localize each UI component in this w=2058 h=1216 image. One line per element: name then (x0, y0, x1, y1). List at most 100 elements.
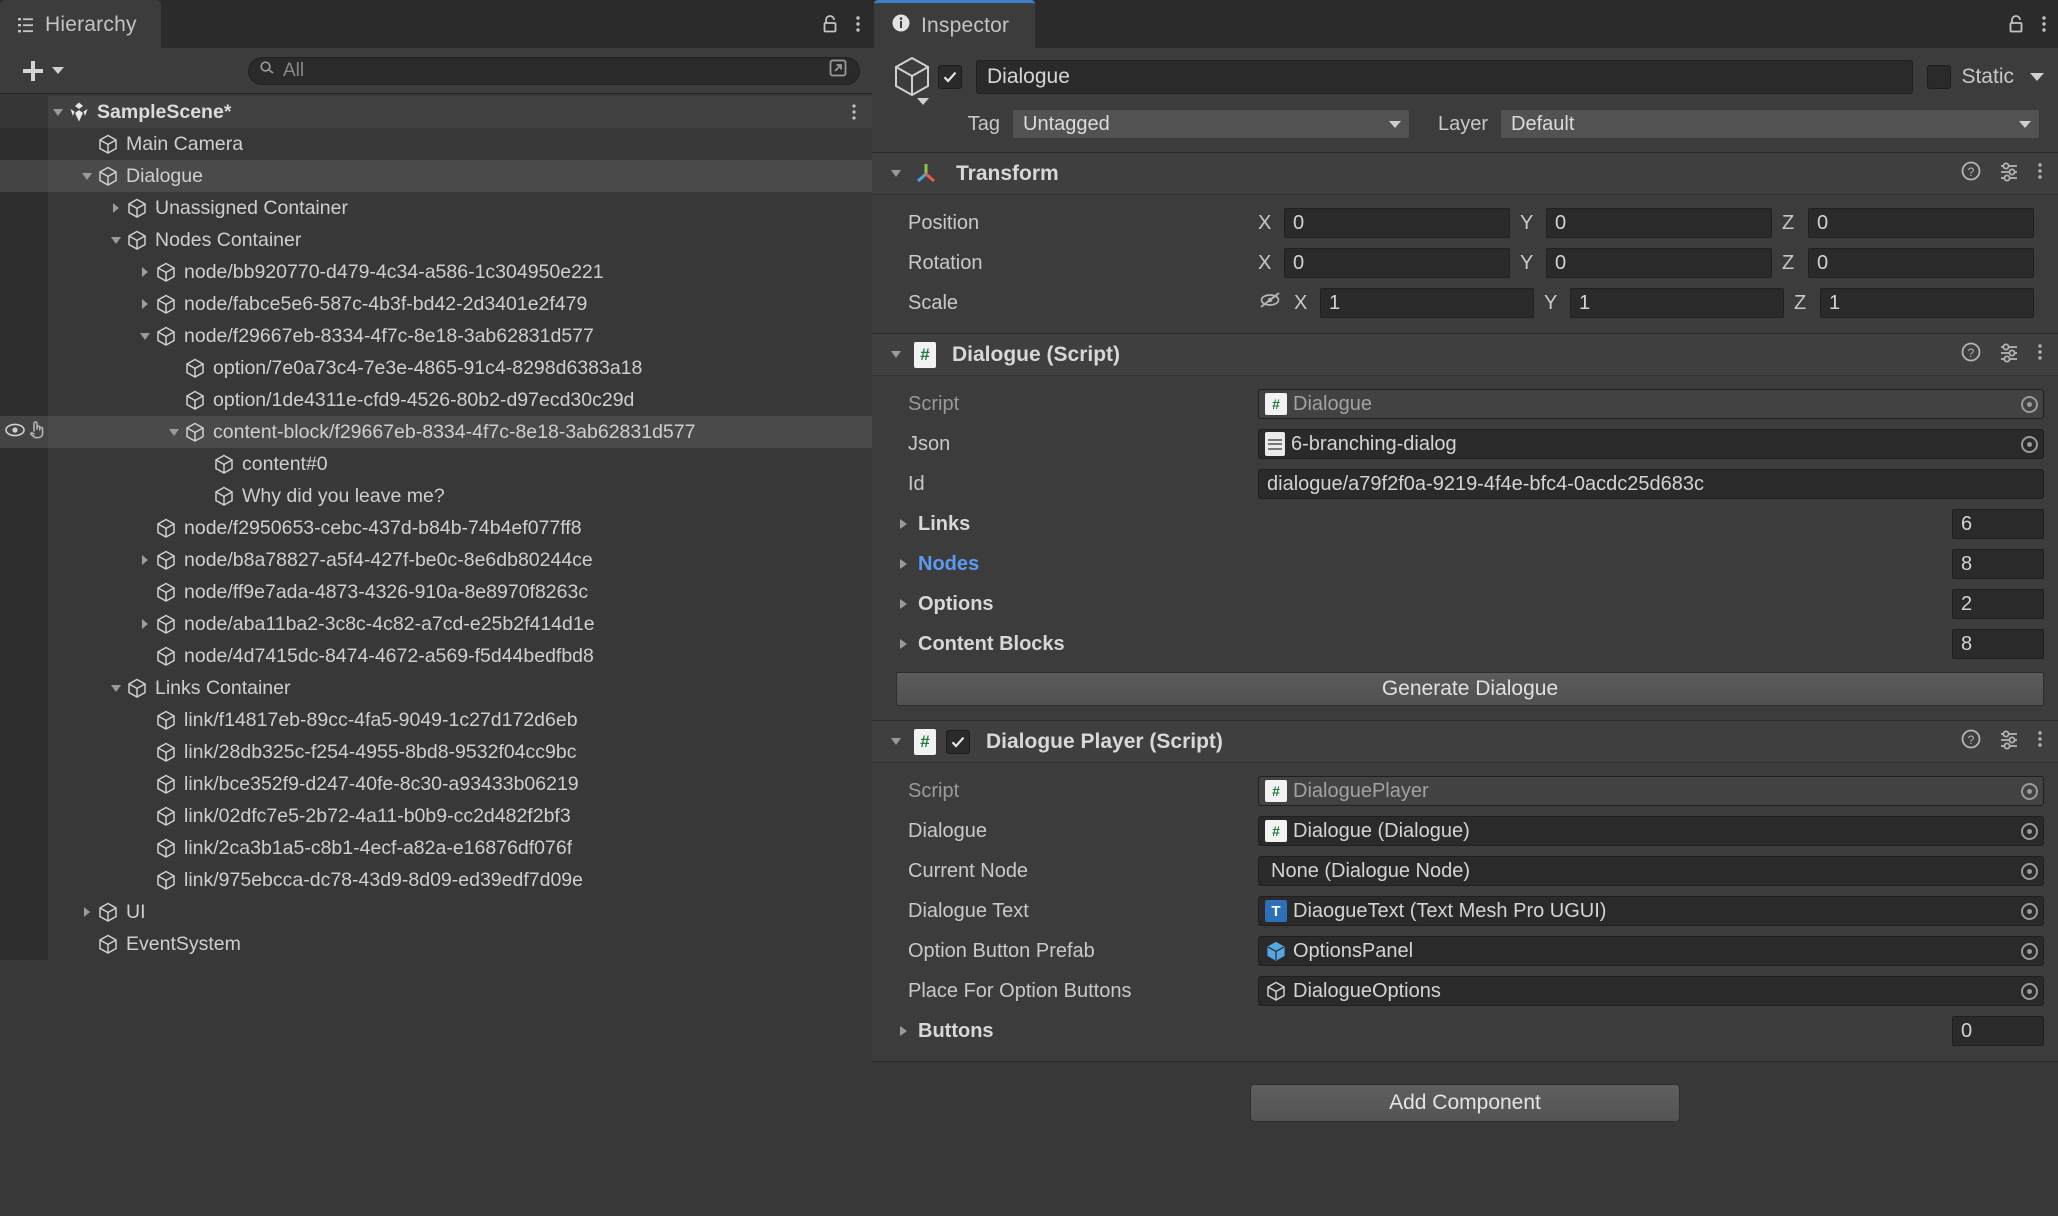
tab-hierarchy[interactable]: Hierarchy (0, 0, 161, 48)
rotation-z-field[interactable]: 0 (1808, 248, 2034, 278)
preset-icon[interactable] (1998, 160, 2020, 187)
hierarchy-row[interactable]: link/bce352f9-d247-40fe-8c30-a93433b0621… (0, 768, 872, 800)
hierarchy-row[interactable]: node/bb920770-d479-4c34-a586-1c304950e22… (0, 256, 872, 288)
kebab-menu-icon[interactable] (2036, 341, 2044, 368)
dialogue-script-field[interactable]: # Dialogue (1258, 389, 2044, 419)
hierarchy-row[interactable]: link/28db325c-f254-4955-8bd8-9532f04cc9b… (0, 736, 872, 768)
search-input[interactable]: All (248, 56, 860, 85)
add-component-button[interactable]: Add Component (1250, 1084, 1680, 1122)
hierarchy-row[interactable]: node/ff9e7ada-4873-4326-910a-8e8970f8263… (0, 576, 872, 608)
foldout-arrow-icon[interactable] (77, 160, 97, 192)
foldout-arrow-icon[interactable] (106, 672, 126, 704)
hierarchy-row[interactable]: option/1de4311e-cfd9-4526-80b2-d97ecd30c… (0, 384, 872, 416)
hierarchy-row[interactable]: EventSystem (0, 928, 872, 960)
hierarchy-row[interactable]: Why did you leave me? (0, 480, 872, 512)
dialogue-foldout-nodes[interactable]: Nodes 8 (872, 544, 2058, 584)
foldout-arrow-icon[interactable] (886, 726, 906, 758)
hierarchy-row[interactable]: link/02dfc7e5-2b72-4a11-b0b9-cc2d482f2bf… (0, 800, 872, 832)
hierarchy-tree[interactable]: SampleScene* Main Camera Dialogue Unassigne… (0, 94, 872, 960)
foldout-arrow-icon[interactable] (106, 192, 126, 224)
transform-header[interactable]: Transform ? (872, 153, 2058, 195)
foldout-arrow-icon[interactable] (135, 320, 155, 352)
position-y-field[interactable]: 0 (1546, 208, 1772, 238)
rotation-x-field[interactable]: 0 (1284, 248, 1510, 278)
generate-dialogue-button[interactable]: Generate Dialogue (896, 672, 2044, 706)
help-icon[interactable]: ? (1960, 341, 1982, 368)
foldout-arrow-icon[interactable] (892, 639, 914, 649)
hierarchy-row[interactable]: node/f29667eb-8334-4f7c-8e18-3ab62831d57… (0, 320, 872, 352)
hierarchy-row[interactable]: Main Camera (0, 128, 872, 160)
player-dialogue-field[interactable]: # Dialogue (Dialogue) (1258, 816, 2044, 846)
hierarchy-row[interactable]: node/f2950653-cebc-437d-b84b-74b4ef077ff… (0, 512, 872, 544)
foldout-arrow-icon[interactable] (106, 224, 126, 256)
chevron-down-icon[interactable] (2030, 73, 2044, 81)
player-foldout-buttons[interactable]: Buttons 0 (872, 1011, 2058, 1051)
foldout-arrow-icon[interactable] (892, 519, 914, 529)
layer-dropdown[interactable]: Default (1500, 109, 2040, 139)
player-place-for-option-buttons-field[interactable]: DialogueOptions (1258, 976, 2044, 1006)
hierarchy-row[interactable]: link/f14817eb-89cc-4fa5-9049-1c27d172d6e… (0, 704, 872, 736)
hierarchy-row[interactable]: node/fabce5e6-587c-4b3f-bd42-2d3401e2f47… (0, 288, 872, 320)
foldout-count-field[interactable]: 8 (1952, 549, 2044, 579)
player-option-button-prefab-field[interactable]: OptionsPanel (1258, 936, 2044, 966)
hierarchy-row[interactable]: link/2ca3b1a5-c8b1-4ecf-a82a-e16876df076… (0, 832, 872, 864)
object-picker-icon[interactable] (2021, 902, 2038, 920)
object-picker-icon[interactable] (2021, 782, 2038, 800)
kebab-menu-icon[interactable] (2036, 160, 2044, 187)
dialogue-script-header[interactable]: # Dialogue (Script) ? (872, 334, 2058, 376)
hierarchy-row[interactable]: node/aba11ba2-3c8c-4c82-a7cd-e25b2f414d1… (0, 608, 872, 640)
dialogue-id-field[interactable]: dialogue/a79f2f0a-9219-4f4e-bfc4-0acdc25… (1258, 469, 2044, 499)
rotation-y-field[interactable]: 0 (1546, 248, 1772, 278)
object-picker-icon[interactable] (2021, 395, 2038, 413)
position-x-field[interactable]: 0 (1284, 208, 1510, 238)
preset-icon[interactable] (1998, 728, 2020, 755)
scale-x-field[interactable]: 1 (1320, 288, 1534, 318)
hierarchy-row[interactable]: link/975ebcca-dc78-43d9-8d09-ed39edf7d09… (0, 864, 872, 896)
dialogue-player-header[interactable]: # Dialogue Player (Script) ? (872, 721, 2058, 763)
object-picker-icon[interactable] (2021, 862, 2038, 880)
foldout-count-field[interactable]: 6 (1952, 509, 2044, 539)
hierarchy-row[interactable]: Links Container (0, 672, 872, 704)
create-menu-button[interactable] (20, 58, 64, 84)
foldout-arrow-icon[interactable] (135, 544, 155, 576)
foldout-count-field[interactable]: 8 (1952, 629, 2044, 659)
object-picker-icon[interactable] (2021, 982, 2038, 1000)
player-dialogue-text-field[interactable]: T DiaogueText (Text Mesh Pro UGUI) (1258, 896, 2044, 926)
hierarchy-row[interactable]: node/b8a78827-a5f4-427f-be0c-8e6db80244c… (0, 544, 872, 576)
hierarchy-row[interactable]: Unassigned Container (0, 192, 872, 224)
foldout-arrow-icon[interactable] (892, 559, 914, 569)
hierarchy-row[interactable]: UI (0, 896, 872, 928)
hierarchy-row[interactable]: Nodes Container (0, 224, 872, 256)
tab-inspector[interactable]: Inspector (874, 0, 1036, 48)
tag-dropdown[interactable]: Untagged (1012, 109, 1410, 139)
hierarchy-row[interactable]: option/7e0a73c4-7e3e-4865-91c4-8298d6383… (0, 352, 872, 384)
hierarchy-row[interactable]: Dialogue (0, 160, 872, 192)
foldout-arrow-icon[interactable] (886, 339, 906, 371)
help-icon[interactable]: ? (1960, 728, 1982, 755)
kebab-menu-icon[interactable] (2040, 13, 2048, 35)
foldout-arrow-icon[interactable] (886, 158, 906, 190)
foldout-arrow-icon[interactable] (135, 256, 155, 288)
scale-z-field[interactable]: 1 (1820, 288, 2034, 318)
eye-icon[interactable] (4, 421, 26, 444)
object-picker-icon[interactable] (2021, 942, 2038, 960)
hierarchy-row[interactable]: content-block/f29667eb-8334-4f7c-8e18-3a… (0, 416, 872, 448)
lock-icon[interactable] (2006, 13, 2026, 35)
dialogue-foldout-options[interactable]: Options 2 (872, 584, 2058, 624)
foldout-arrow-icon[interactable] (892, 599, 914, 609)
player-script-field[interactable]: # DialoguePlayer (1258, 776, 2044, 806)
foldout-arrow-icon[interactable] (77, 896, 97, 928)
hierarchy-row[interactable]: content#0 (0, 448, 872, 480)
foldout-arrow-icon[interactable] (135, 608, 155, 640)
kebab-menu-icon[interactable] (854, 13, 862, 35)
hierarchy-row[interactable]: node/4d7415dc-8474-4672-a569-f5d44bedfbd… (0, 640, 872, 672)
foldout-count-field[interactable]: 0 (1952, 1016, 2044, 1046)
foldout-count-field[interactable]: 2 (1952, 589, 2044, 619)
hand-pointer-icon[interactable] (28, 419, 46, 445)
dialogue-json-field[interactable]: 6-branching-dialog (1258, 429, 2044, 459)
help-icon[interactable]: ? (1960, 160, 1982, 187)
position-z-field[interactable]: 0 (1808, 208, 2034, 238)
gameobject-enabled-checkbox[interactable] (938, 65, 962, 89)
kebab-menu-icon[interactable] (2036, 728, 2044, 755)
scale-y-field[interactable]: 1 (1570, 288, 1784, 318)
